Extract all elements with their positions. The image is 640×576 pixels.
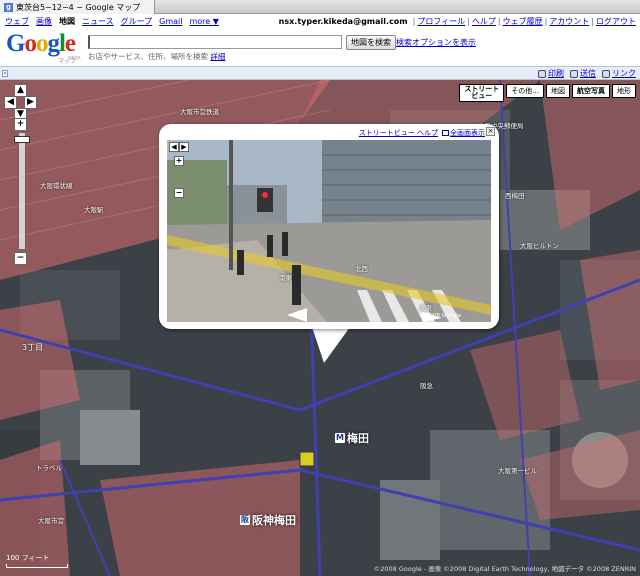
station-umeda[interactable]: M 梅田 — [335, 430, 369, 446]
map-copyright: ©2008 Google - 画像 ©2008 Digital Earth Te… — [373, 565, 636, 573]
nav-news[interactable]: ニュース — [82, 16, 114, 27]
heading-label-southeast: 南東 — [279, 274, 292, 282]
map-type-control: ストリート ビュー その他... 地図 航空写真 地形 — [459, 84, 636, 102]
zoom-slider-handle[interactable] — [14, 136, 30, 143]
info-window-tail — [312, 327, 350, 363]
profile-link[interactable]: プロフィール — [417, 16, 465, 27]
logout-link[interactable]: ログアウト — [596, 16, 636, 27]
search-maps-button[interactable]: 地図を検索 — [346, 35, 396, 50]
printer-icon — [538, 69, 546, 78]
sv-zoom-in-button[interactable]: + — [174, 156, 184, 166]
help-link[interactable]: ヘルプ — [472, 16, 496, 27]
link-icon — [602, 69, 610, 78]
nav-maps[interactable]: 地図 — [59, 16, 75, 27]
map-type-map[interactable]: 地図 — [546, 84, 570, 98]
fullscreen-icon — [442, 130, 449, 136]
google-maps-logo[interactable]: Google — [6, 30, 76, 58]
subway-icon: M — [335, 433, 345, 443]
district-label: 3丁目 — [22, 343, 44, 352]
station-hanshin-umeda[interactable]: 阪阪神梅田 — [240, 512, 296, 528]
close-icon[interactable]: × — [486, 127, 495, 136]
map-label: 大阪駅 — [84, 206, 104, 214]
rotate-right-button[interactable]: ▶ — [179, 142, 189, 152]
web-history-link[interactable]: ウェブ履歴 — [503, 16, 543, 27]
nav-more[interactable]: more ▼ — [189, 17, 218, 26]
rail-icon: 阪 — [240, 515, 250, 525]
print-action[interactable]: 印刷 — [538, 68, 564, 79]
heading-label-northwest: 北西 — [355, 265, 368, 273]
account-link[interactable]: アカウント — [549, 16, 589, 27]
account-bar: nsx.typer.kikeda@gmail.com | プロフィール | ヘルプ … — [278, 16, 636, 27]
logo-beta: BETA — [68, 56, 81, 62]
street-view-copyright: © 2008 Google — [418, 313, 461, 319]
street-view-info-window: ストリートビュー ヘルプ 全画面表示 × 南東 北東 北西 ◀ ▶ + − © … — [159, 124, 499, 329]
map-type-satellite[interactable]: 航空写真 — [572, 84, 610, 98]
street-view-imagery — [167, 140, 491, 322]
tab-title: 東茨台5−12−4 − Google マップ — [16, 2, 141, 12]
zoom-slider[interactable] — [18, 132, 26, 250]
map-label: 大阪市営 — [38, 517, 64, 525]
map-label: 大阪第一ビル — [498, 467, 537, 475]
rotate-left-button[interactable]: ◀ — [169, 142, 179, 152]
browser-tab-bar: g 東茨台5−12−4 − Google マップ — [0, 0, 640, 14]
street-view-button[interactable]: ストリート ビュー — [459, 84, 505, 102]
scale-bar: 100 フィート — [6, 553, 68, 568]
map-label: トラベル — [36, 464, 62, 472]
browser-tab[interactable]: g 東茨台5−12−4 − Google マップ — [0, 0, 155, 14]
map-label: 大阪環状線 — [40, 182, 73, 190]
link-action[interactable]: リンク — [602, 68, 636, 79]
map-label: 大阪市営鉄道 — [180, 108, 219, 116]
nav-groups[interactable]: グループ — [121, 16, 153, 27]
map-type-terrain[interactable]: 地形 — [612, 84, 636, 98]
nav-web[interactable]: ウェブ — [5, 16, 29, 27]
collapse-panel-button[interactable]: « — [2, 70, 8, 77]
fullscreen-link[interactable]: 全画面表示 — [442, 128, 485, 138]
google-favicon-icon: g — [4, 2, 13, 12]
mail-icon — [570, 69, 578, 78]
map-toolbar: « 印刷 送信 リンク — [0, 66, 640, 80]
heading-label-northeast: 北東 — [419, 304, 432, 312]
send-action[interactable]: 送信 — [570, 68, 596, 79]
street-view-pegman-icon — [299, 451, 315, 467]
search-options-link[interactable]: 検索オプションを表示 — [396, 37, 476, 48]
street-view-help-link[interactable]: ストリートビュー ヘルプ — [359, 128, 438, 138]
zoom-in-button[interactable]: + — [14, 118, 27, 131]
more-button[interactable]: その他... — [506, 84, 544, 98]
maps-header: Google マップ BETA お店やサービス、住所、場所を検索 詳細 地図を検… — [0, 28, 640, 66]
search-hint: お店やサービス、住所、場所を検索 詳細 — [88, 52, 226, 61]
map-label: 大阪ヒルトン — [520, 242, 559, 250]
sv-zoom-out-button[interactable]: − — [174, 188, 184, 198]
map-label: 阪急 — [420, 382, 433, 390]
search-input[interactable] — [88, 35, 342, 49]
street-view-panorama[interactable]: 南東 北東 北西 ◀ ▶ + − © 2008 Google — [167, 140, 491, 322]
advanced-link[interactable]: 詳細 — [210, 52, 225, 61]
zoom-out-button[interactable]: − — [14, 252, 27, 265]
account-email: nsx.typer.kikeda@gmail.com — [278, 16, 408, 26]
nav-images[interactable]: 画像 — [36, 16, 52, 27]
nav-gmail[interactable]: Gmail — [159, 17, 182, 26]
map-label: 西梅田 — [505, 192, 525, 200]
